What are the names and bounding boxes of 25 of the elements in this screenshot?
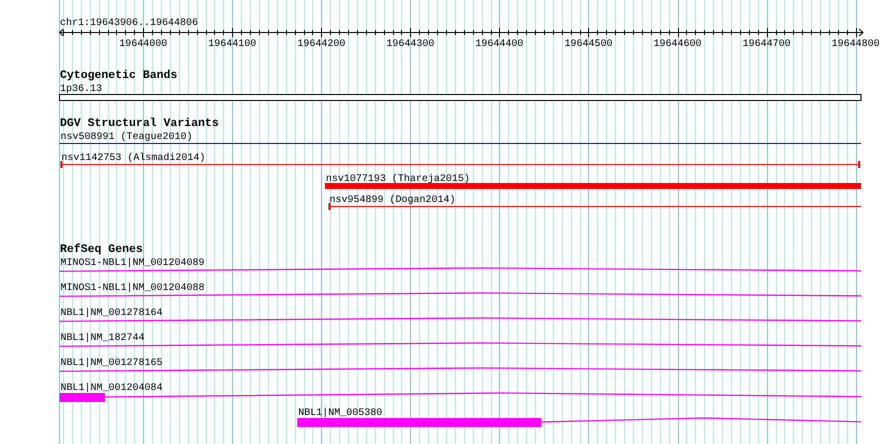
feature-label: NBL1|NM_005380 xyxy=(298,408,382,419)
tick-label: 19644400 xyxy=(475,39,524,50)
feature-label: NBL1|NM_182744 xyxy=(60,333,145,344)
feature-label: NBL1|NM_001204084 xyxy=(60,383,163,394)
feature-label: NBL1|NM_001278165 xyxy=(60,358,163,369)
feature-label: 1p36.13 xyxy=(60,84,102,95)
feature-label: nsv1142753 (Alsmadi2014) xyxy=(61,153,206,164)
tick-label: 19644000 xyxy=(119,39,168,50)
feature-label: nsv508991 (Teague2010) xyxy=(60,132,193,143)
track-title: Cytogenetic Bands xyxy=(60,69,178,82)
tick-label: 19644500 xyxy=(564,39,612,50)
tick-label: 19644700 xyxy=(742,39,791,50)
feature-label: MINOS1-NBL1|NM_001204089 xyxy=(60,258,205,269)
tick-label: 19644800 xyxy=(832,39,880,50)
track-title: RefSeq Genes xyxy=(60,243,143,256)
feature-label: nsv1077193 (Thareja2015) xyxy=(326,174,470,185)
track-title: DGV Structural Variants xyxy=(60,117,219,130)
feature-label: MINOS1-NBL1|NM_001204088 xyxy=(60,283,205,294)
tick-label: 19644100 xyxy=(208,39,256,50)
tick-label: 19644300 xyxy=(386,39,434,50)
tick-label: 19644600 xyxy=(654,39,702,50)
tick-label: 19644200 xyxy=(297,39,346,50)
feature-label: nsv954899 (Dogan2014) xyxy=(329,195,456,206)
feature-label: NBL1|NM_001278164 xyxy=(60,308,163,319)
region-label: chr1:19643906..19644806 xyxy=(60,18,198,29)
